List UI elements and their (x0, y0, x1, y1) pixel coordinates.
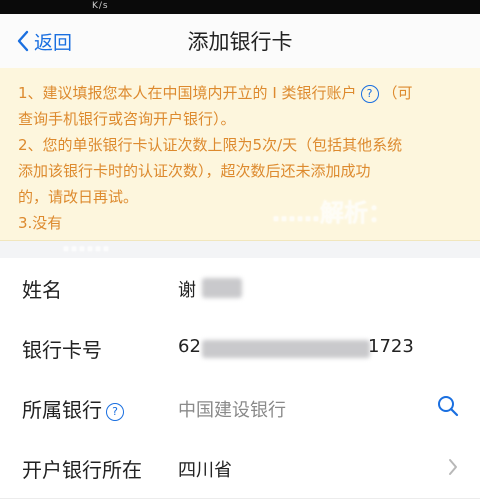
notice-line-1: 1、建议填报您本人在中国境内开立的 I 类银行账户? （可 (18, 84, 413, 103)
name-value: 谢 (178, 280, 196, 301)
status-bar: K/s (0, 0, 480, 14)
page-title: 添加银行卡 (187, 30, 293, 54)
nav-bar: 返回 添加银行卡 (0, 14, 480, 69)
chevron-right-icon (449, 459, 457, 475)
card-number-suffix: 1723 (368, 336, 414, 357)
network-speed: K/s (92, 1, 109, 11)
notice-line-5: 的，请改日再试。 (18, 188, 139, 206)
notice-panel: 1、建议填报您本人在中国境内开立的 I 类银行账户? （可 查询手机银行或咨询开户… (0, 68, 480, 241)
name-label: 姓名 (22, 278, 62, 302)
card-number-label: 银行卡号 (22, 338, 102, 362)
blur-mask (202, 278, 242, 298)
card-number-row[interactable]: 银行卡号 62 1723 (0, 318, 480, 379)
notice-line-3: 2、您的单张银行卡认证次数上限为5次/天（包括其他系统 (18, 136, 403, 154)
help-icon[interactable]: ? (106, 402, 124, 421)
name-row[interactable]: 姓名 谢 (0, 258, 480, 319)
bank-input[interactable]: 中国建设银行 (178, 396, 286, 422)
blur-mask (202, 340, 370, 358)
bank-row[interactable]: 所属银行? 中国建设银行 (0, 378, 480, 439)
notice-line-4: 添加该银行卡时的认证次数），超次数后还未添加成功 (18, 162, 371, 180)
help-icon[interactable]: ? (360, 84, 379, 103)
search-icon[interactable] (436, 394, 460, 418)
location-label: 开户银行所在 (22, 458, 142, 482)
card-number-prefix: 62 (178, 336, 201, 357)
notice-line-2: 查询手机银行或咨询开户银行）。 (18, 110, 236, 128)
location-row[interactable]: 开户银行所在 四川省 (0, 438, 480, 499)
bank-label: 所属银行? (22, 394, 128, 423)
notice-line-6: 3.没有 (18, 214, 63, 232)
location-value: 四川省 (178, 460, 232, 481)
